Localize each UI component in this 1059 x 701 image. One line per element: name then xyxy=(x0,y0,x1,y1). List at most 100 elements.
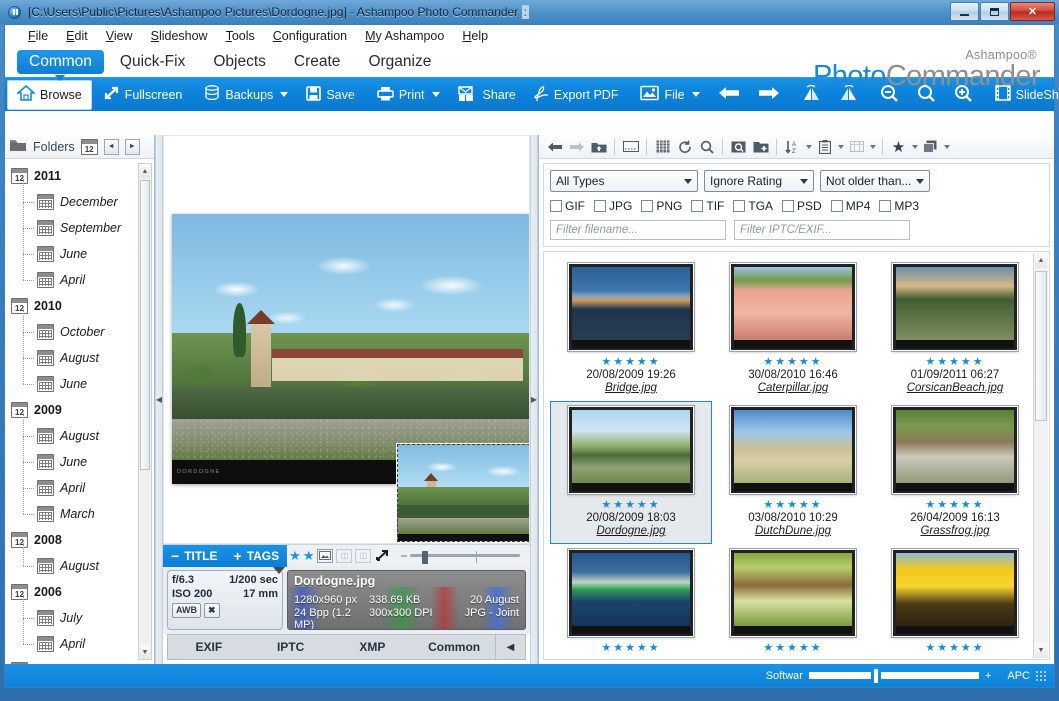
grid-scroll-down[interactable]: ▼ xyxy=(1035,643,1047,658)
format-checkbox-tif[interactable]: TIF xyxy=(691,199,724,213)
tree-node-2008-14[interactable]: 12 2008 xyxy=(11,527,154,553)
tree-node-august-15[interactable]: August xyxy=(11,540,154,579)
tree-node-2006-16[interactable]: 12 2006 xyxy=(11,579,154,605)
rating-star-icon[interactable]: ★ xyxy=(303,548,315,564)
zoom-slider-knob[interactable] xyxy=(422,550,429,564)
menu-item-my-ashampoo[interactable]: My Ashampoo xyxy=(356,27,453,45)
checkbox-box[interactable] xyxy=(830,200,843,212)
chevron-down-icon[interactable] xyxy=(912,144,918,149)
view-wide-icon[interactable] xyxy=(621,138,640,156)
compare-icon[interactable]: ◫ xyxy=(336,548,353,563)
tree-node-june-11[interactable]: June xyxy=(11,436,154,475)
thumbnail-image[interactable] xyxy=(567,262,695,352)
thumbnail-cell[interactable]: ★★★★★ 20/08/2009 19:26 Bridge.jpg xyxy=(550,258,712,401)
sort-az-icon[interactable]: AZ xyxy=(783,138,802,156)
scrollbar-thumb[interactable] xyxy=(140,180,150,470)
chevron-down-icon[interactable] xyxy=(944,144,950,149)
tab-xmp[interactable]: XMP xyxy=(332,640,414,654)
tree-node-april-18[interactable]: April xyxy=(11,618,154,657)
tree-node-august-10[interactable]: August xyxy=(11,410,154,449)
menu-item-view[interactable]: View xyxy=(97,27,142,45)
menu-item-edit[interactable]: Edit xyxy=(57,27,97,45)
browse-button[interactable]: Browse xyxy=(7,79,92,110)
thumbnail-image[interactable] xyxy=(567,548,695,638)
menu-item-tools[interactable]: Tools xyxy=(217,27,264,45)
status-slider-left[interactable] xyxy=(808,672,871,679)
menu-item-file[interactable]: FFileile xyxy=(19,27,57,45)
status-slider-knob[interactable] xyxy=(873,668,878,683)
menu-item-slideshow[interactable]: Slideshow xyxy=(142,27,217,45)
tab-iptc[interactable]: IPTC xyxy=(250,640,332,654)
thumbnail-image[interactable] xyxy=(729,548,857,638)
chevron-down-icon[interactable] xyxy=(870,144,876,149)
save-button[interactable]: Save xyxy=(297,80,364,110)
checkbox-box[interactable] xyxy=(733,200,746,212)
find-image-icon[interactable] xyxy=(729,138,748,156)
title-chip[interactable]: − TITLE xyxy=(163,544,226,567)
tree-next-button[interactable]: ► xyxy=(124,138,140,155)
thumbnail-filename[interactable]: CorsicanBeach.jpg xyxy=(878,382,1032,394)
thumbnail-cell[interactable]: ★★★★★ 01/09/2011 06:27 CorsicanBeach.jpg xyxy=(874,258,1036,401)
title-minus-button[interactable]: − xyxy=(171,548,179,564)
thumbnail-filename[interactable]: Caterpillar.jpg xyxy=(716,382,870,394)
thumbnail-rating-stars[interactable]: ★★★★★ xyxy=(716,498,870,511)
thumbnail-cell[interactable]: ★★★★★ 03/08/2010 10:29 DutchDune.jpg xyxy=(712,401,874,544)
thumbnail-rating-stars[interactable]: ★★★★★ xyxy=(554,355,708,368)
export-pdf-button[interactable]: Export PDF xyxy=(525,80,628,110)
zoom-slider[interactable]: − xyxy=(400,549,521,564)
age-filter-select[interactable]: Not older than... xyxy=(820,170,930,192)
tree-prev-button[interactable]: ◄ xyxy=(103,138,119,155)
checkbox-box[interactable] xyxy=(879,200,892,212)
tree-node-april-4[interactable]: April xyxy=(11,254,154,293)
thumbnail-rating-stars[interactable]: ★★★★★ xyxy=(878,498,1032,511)
tree-node-2005-19[interactable]: 122005 xyxy=(11,657,154,664)
thumbnail-rating-stars[interactable]: ★★★★★ xyxy=(554,498,708,511)
thumbnail-rating-stars[interactable]: ★★★★★ xyxy=(716,641,870,654)
tree-node-september-2[interactable]: September xyxy=(11,202,154,241)
rating-star-icon[interactable]: ★ xyxy=(289,548,301,564)
share-button[interactable]: Share xyxy=(449,80,525,110)
thumbnail-image[interactable] xyxy=(891,262,1019,352)
tree-node-october-6[interactable]: October xyxy=(11,306,154,345)
tree-node-june-3[interactable]: June xyxy=(11,228,154,267)
grid-scrollbar-thumb[interactable] xyxy=(1035,271,1047,421)
chevron-down-icon[interactable] xyxy=(838,144,844,149)
expand-icon[interactable] xyxy=(374,549,390,563)
preview-thumbnail-overlay[interactable] xyxy=(396,443,529,543)
checkbox-box[interactable] xyxy=(691,200,704,212)
tab-objects[interactable]: Objects xyxy=(201,50,278,74)
minimize-button[interactable] xyxy=(950,2,979,21)
filename-filter-input[interactable]: Filter filename... xyxy=(550,220,726,240)
thumbnail-filename[interactable]: DutchDune.jpg xyxy=(716,525,870,537)
menu-item-configuration[interactable]: Configuration xyxy=(264,27,356,45)
tab-common[interactable]: Common xyxy=(17,50,104,81)
up-folder-icon[interactable] xyxy=(589,138,608,156)
copies-icon[interactable] xyxy=(921,138,940,156)
grid-scrollbar[interactable]: ▲ ▼ xyxy=(1033,253,1048,658)
menu-item-help[interactable]: Help xyxy=(453,27,497,45)
status-zoom-plus[interactable]: + xyxy=(985,670,991,682)
tree-node-july-17[interactable]: July xyxy=(11,592,154,631)
search-icon[interactable] xyxy=(697,138,716,156)
sidebar-scrollbar[interactable]: ▲ ▼ xyxy=(138,163,152,660)
tree-node-2009-9[interactable]: 12 2009 xyxy=(11,397,154,423)
checkbox-box[interactable] xyxy=(641,200,654,212)
grid-scroll-up[interactable]: ▲ xyxy=(1035,253,1047,268)
image-icon[interactable] xyxy=(317,548,334,563)
calendar-12-icon[interactable]: 12 xyxy=(80,138,98,155)
rating-filter-select[interactable]: Ignore Rating xyxy=(704,170,814,192)
tab-quick-fix[interactable]: Quick-Fix xyxy=(108,50,197,74)
thumbnail-filename[interactable]: Dordogne.jpg xyxy=(554,525,708,537)
refresh-icon[interactable] xyxy=(675,138,694,156)
scroll-up-arrow[interactable]: ▲ xyxy=(140,164,150,178)
thumbnail-image[interactable] xyxy=(891,405,1019,495)
format-checkbox-gif[interactable]: GIF xyxy=(550,199,585,213)
back-icon[interactable] xyxy=(545,138,564,156)
table-icon[interactable] xyxy=(847,138,866,156)
thumbnail-filename[interactable]: Grassfrog.jpg xyxy=(878,525,1032,537)
checkbox-box[interactable] xyxy=(550,200,562,212)
right-splitter[interactable]: ▶ xyxy=(530,135,538,664)
thumbnail-filename[interactable]: Bridge.jpg xyxy=(554,382,708,394)
fullscreen-button[interactable]: Fullscreen xyxy=(94,80,192,110)
format-checkbox-tga[interactable]: TGA xyxy=(733,199,773,213)
